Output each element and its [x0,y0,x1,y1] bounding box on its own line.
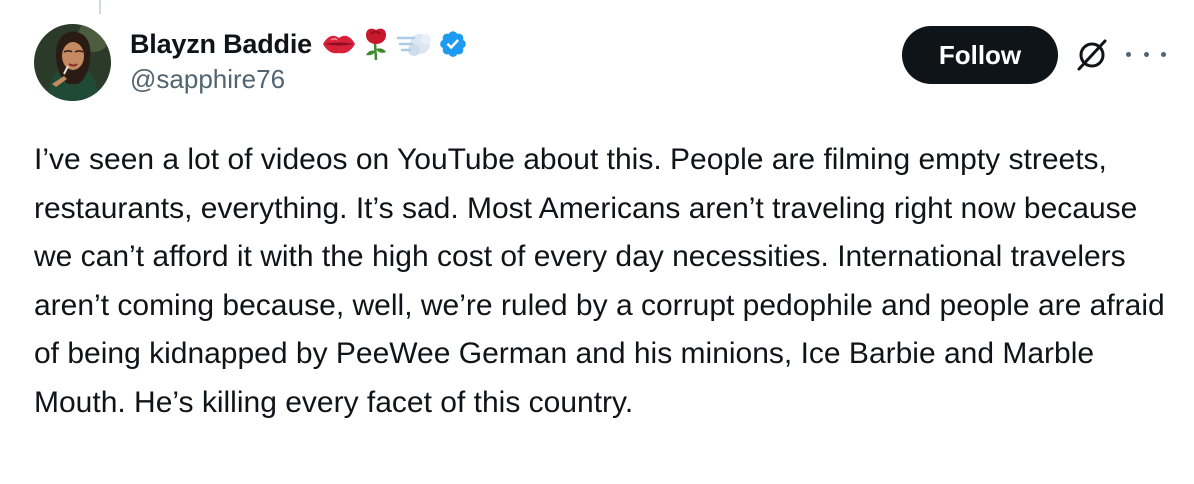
more-dot [1143,51,1149,57]
user-handle[interactable]: @sapphire76 [130,64,468,95]
more-dot [1126,51,1131,57]
user-info: Blayzn Baddie @sapphire76 [130,26,468,95]
rose-emoji-icon [362,27,390,61]
lips-emoji-icon [322,33,356,55]
name-row: Blayzn Baddie [130,26,468,62]
display-name[interactable]: Blayzn Baddie [130,29,312,60]
follow-button[interactable]: Follow [902,26,1058,84]
verified-badge-icon[interactable] [438,29,468,59]
avatar[interactable] [34,24,111,101]
tweet-header: Blayzn Baddie @sapphire76 Follow [34,24,1174,108]
grok-icon[interactable] [1075,38,1109,72]
more-dot [1161,51,1166,57]
thread-connector-line [99,0,101,14]
dash-emoji-icon [396,30,432,58]
tweet-text: I’ve seen a lot of videos on YouTube abo… [34,143,1174,419]
more-icon[interactable] [1126,44,1166,64]
